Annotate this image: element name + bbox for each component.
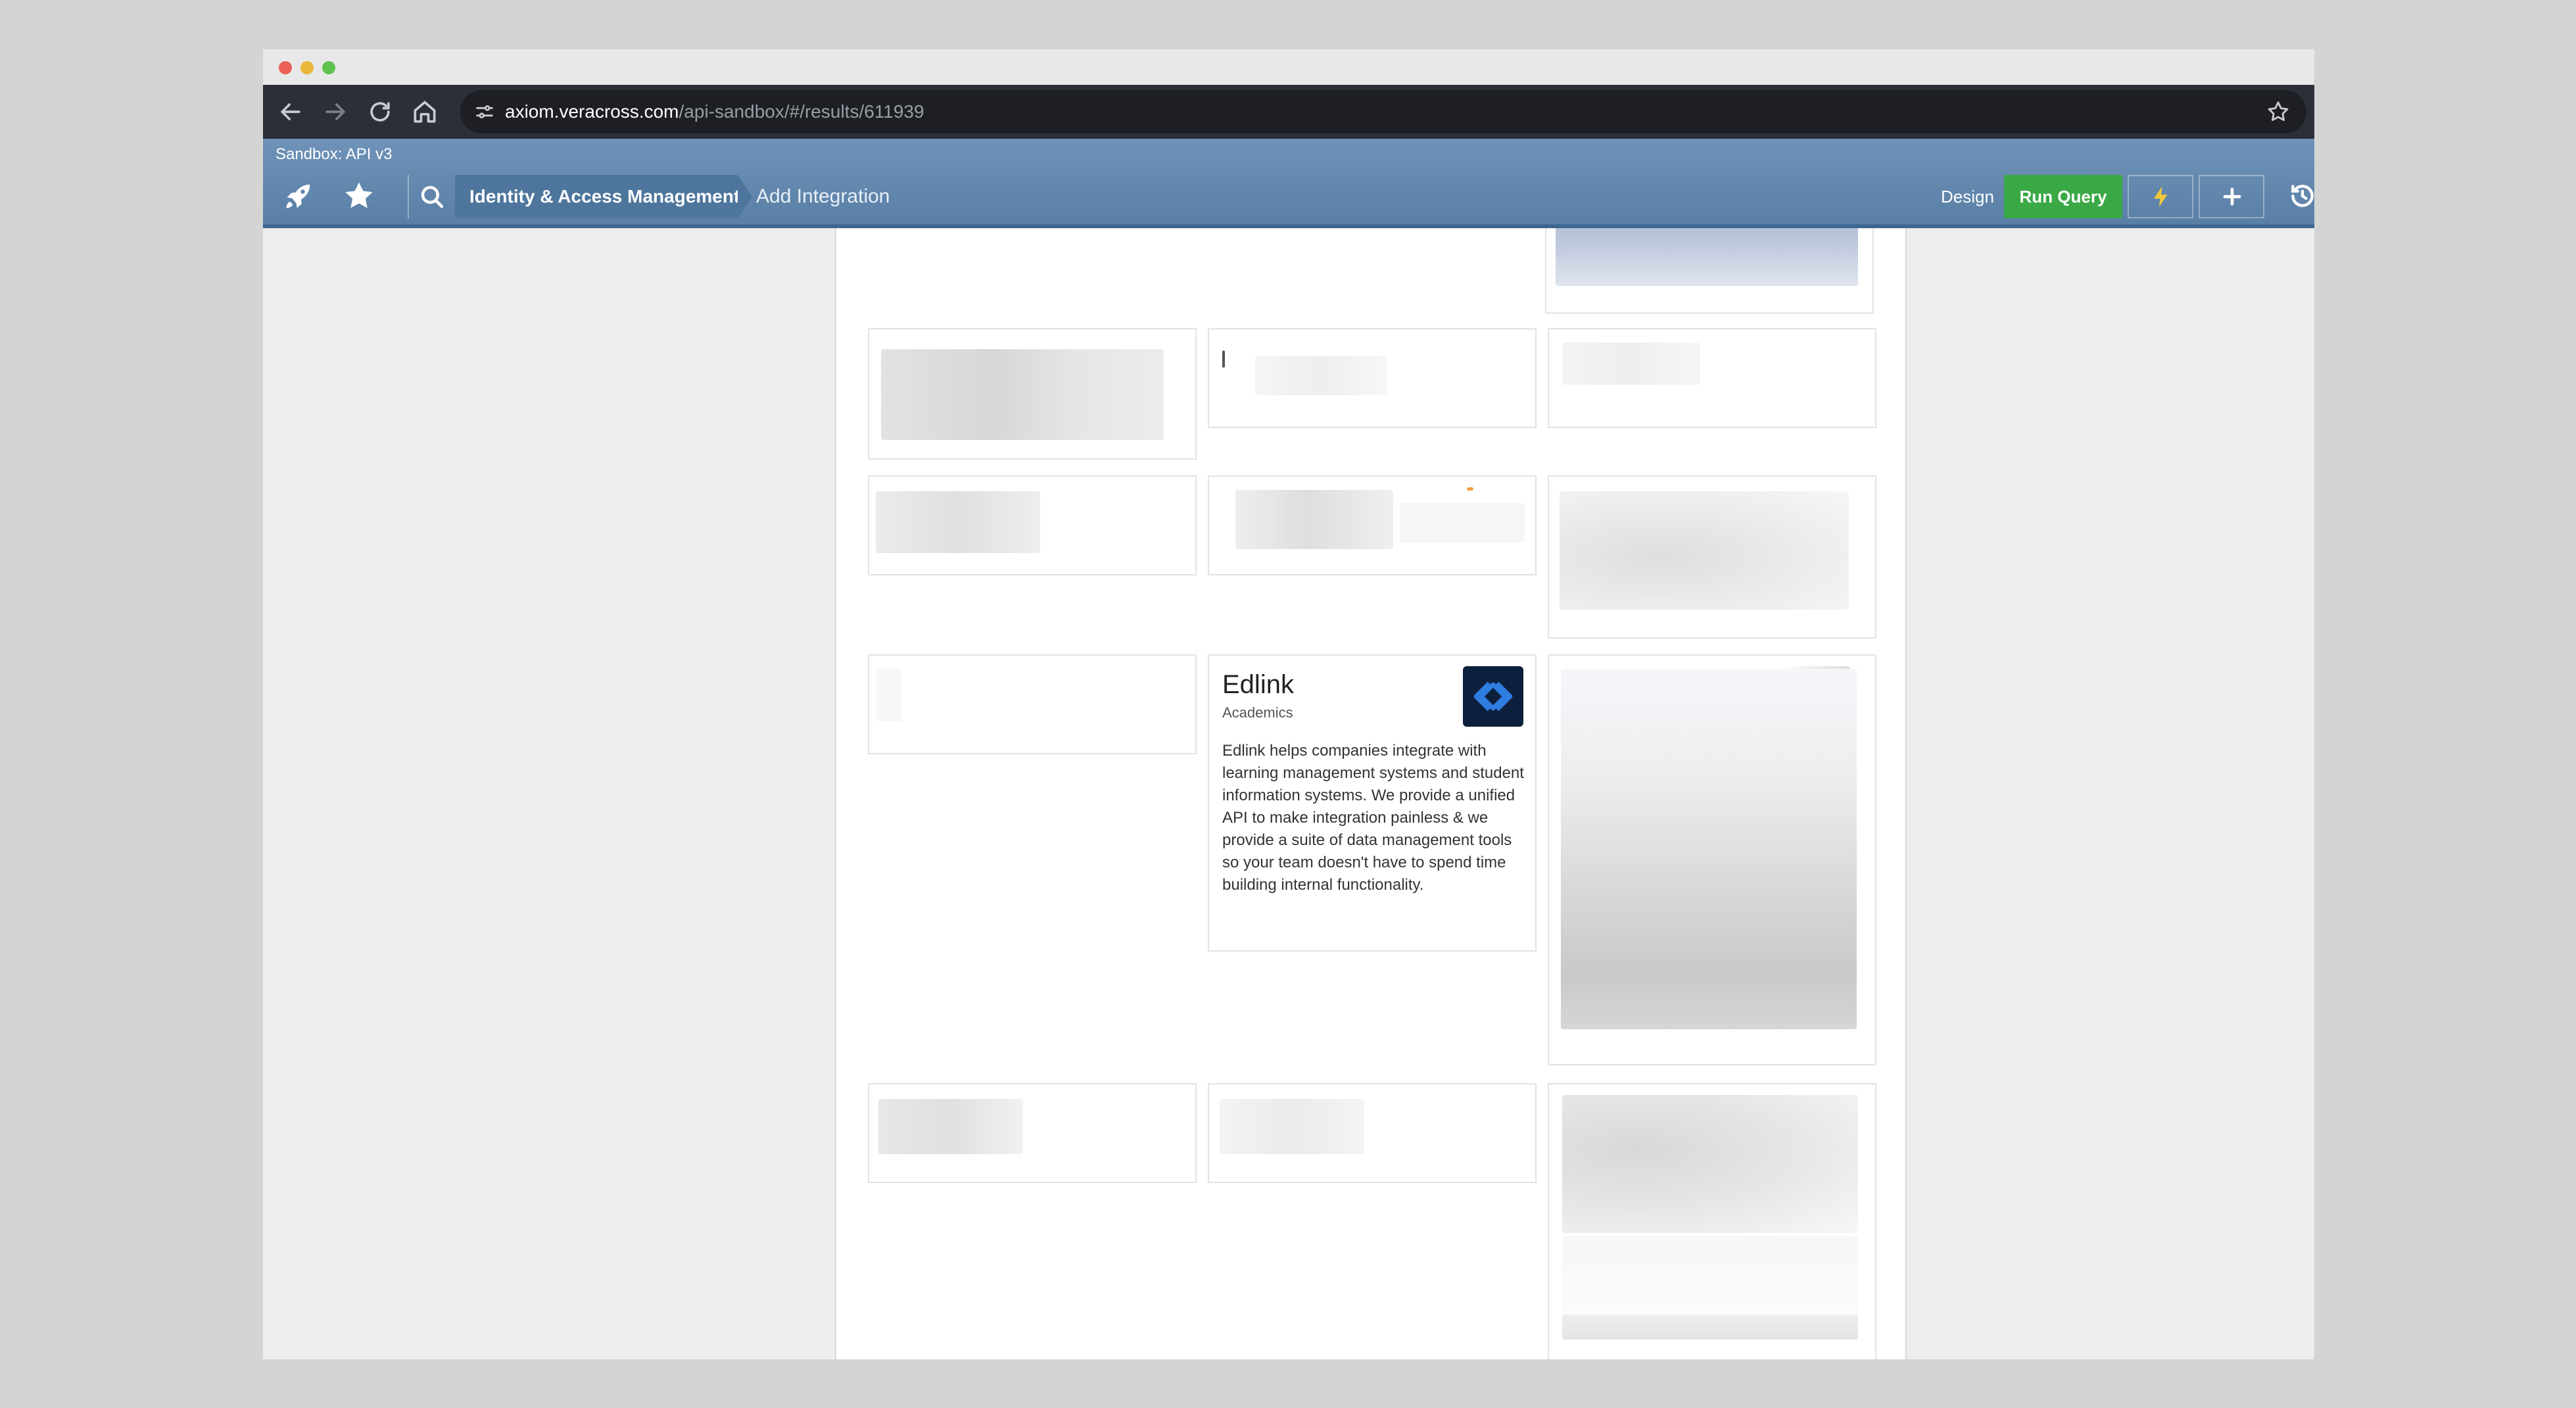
url-text[interactable]: axiom.veracross.com/api-sandbox/#/result… <box>505 101 924 123</box>
integration-card-blurred[interactable] <box>868 654 1197 754</box>
plus-icon <box>2223 187 2241 206</box>
search-button[interactable] <box>408 175 454 218</box>
add-button[interactable] <box>2199 175 2264 218</box>
rocket-icon[interactable] <box>281 179 316 213</box>
design-button[interactable]: Design <box>1933 175 2002 218</box>
integrations-panel: Edlink Academics Edlink helps companies … <box>835 228 1907 1359</box>
integration-title: Edlink <box>1222 670 1294 699</box>
url-host: axiom.veracross.com <box>505 101 679 122</box>
home-icon[interactable] <box>410 97 439 126</box>
breadcrumb-add-integration: Add Integration <box>756 185 890 207</box>
app-nav-bar: Identity & Access Management Add Integra… <box>263 170 2314 224</box>
integration-card-blurred[interactable] <box>1548 654 1876 1065</box>
search-icon <box>421 185 444 208</box>
integration-card-blurred[interactable] <box>1208 475 1537 575</box>
breadcrumb-separator <box>738 175 752 218</box>
breadcrumb-identity-access-management[interactable]: Identity & Access Management <box>455 175 740 218</box>
integration-card-blurred[interactable] <box>1208 1083 1537 1183</box>
content-area: Edlink Academics Edlink helps companies … <box>263 228 2314 1359</box>
integration-card-blurred[interactable] <box>1548 475 1876 639</box>
edlink-logo-icon <box>1463 666 1523 727</box>
integration-card-blurred[interactable] <box>1545 228 1874 314</box>
integration-card-blurred[interactable] <box>868 475 1197 575</box>
integration-category: Academics <box>1222 704 1293 721</box>
history-icon[interactable] <box>2288 182 2314 210</box>
url-path: /api-sandbox/#/results/611939 <box>679 101 924 122</box>
integration-card-blurred[interactable] <box>868 328 1197 460</box>
minimize-window-button[interactable] <box>300 61 314 74</box>
forward-arrow-icon[interactable] <box>321 97 350 126</box>
address-bar[interactable]: axiom.veracross.com/api-sandbox/#/result… <box>460 90 2306 134</box>
reload-icon[interactable] <box>366 97 394 126</box>
integration-description: Edlink helps companies integrate with le… <box>1222 742 1524 894</box>
back-arrow-icon[interactable] <box>276 97 305 126</box>
integration-card-edlink[interactable]: Edlink Academics Edlink helps companies … <box>1208 654 1537 952</box>
app-header: Sandbox: API v3 Identity & Access Manage… <box>263 139 2314 228</box>
browser-window: axiom.veracross.com/api-sandbox/#/result… <box>263 49 2314 1359</box>
integration-card-blurred[interactable] <box>868 1083 1197 1183</box>
run-query-button[interactable]: Run Query <box>2004 175 2122 218</box>
integration-card-blurred[interactable] <box>1548 328 1876 428</box>
browser-toolbar: axiom.veracross.com/api-sandbox/#/result… <box>263 85 2314 139</box>
integration-card-blurred[interactable] <box>1208 328 1537 428</box>
sandbox-label: Sandbox: API v3 <box>275 145 393 163</box>
star-icon[interactable] <box>342 179 376 213</box>
close-window-button[interactable] <box>279 61 292 74</box>
site-settings-icon[interactable] <box>473 101 496 123</box>
window-titlebar <box>263 49 2314 85</box>
lightning-bolt-button[interactable] <box>2128 175 2193 218</box>
lightning-bolt-icon <box>2153 186 2168 207</box>
integration-card-blurred[interactable] <box>1548 1083 1876 1359</box>
bookmark-star-icon[interactable] <box>2266 99 2291 124</box>
maximize-window-button[interactable] <box>322 61 335 74</box>
